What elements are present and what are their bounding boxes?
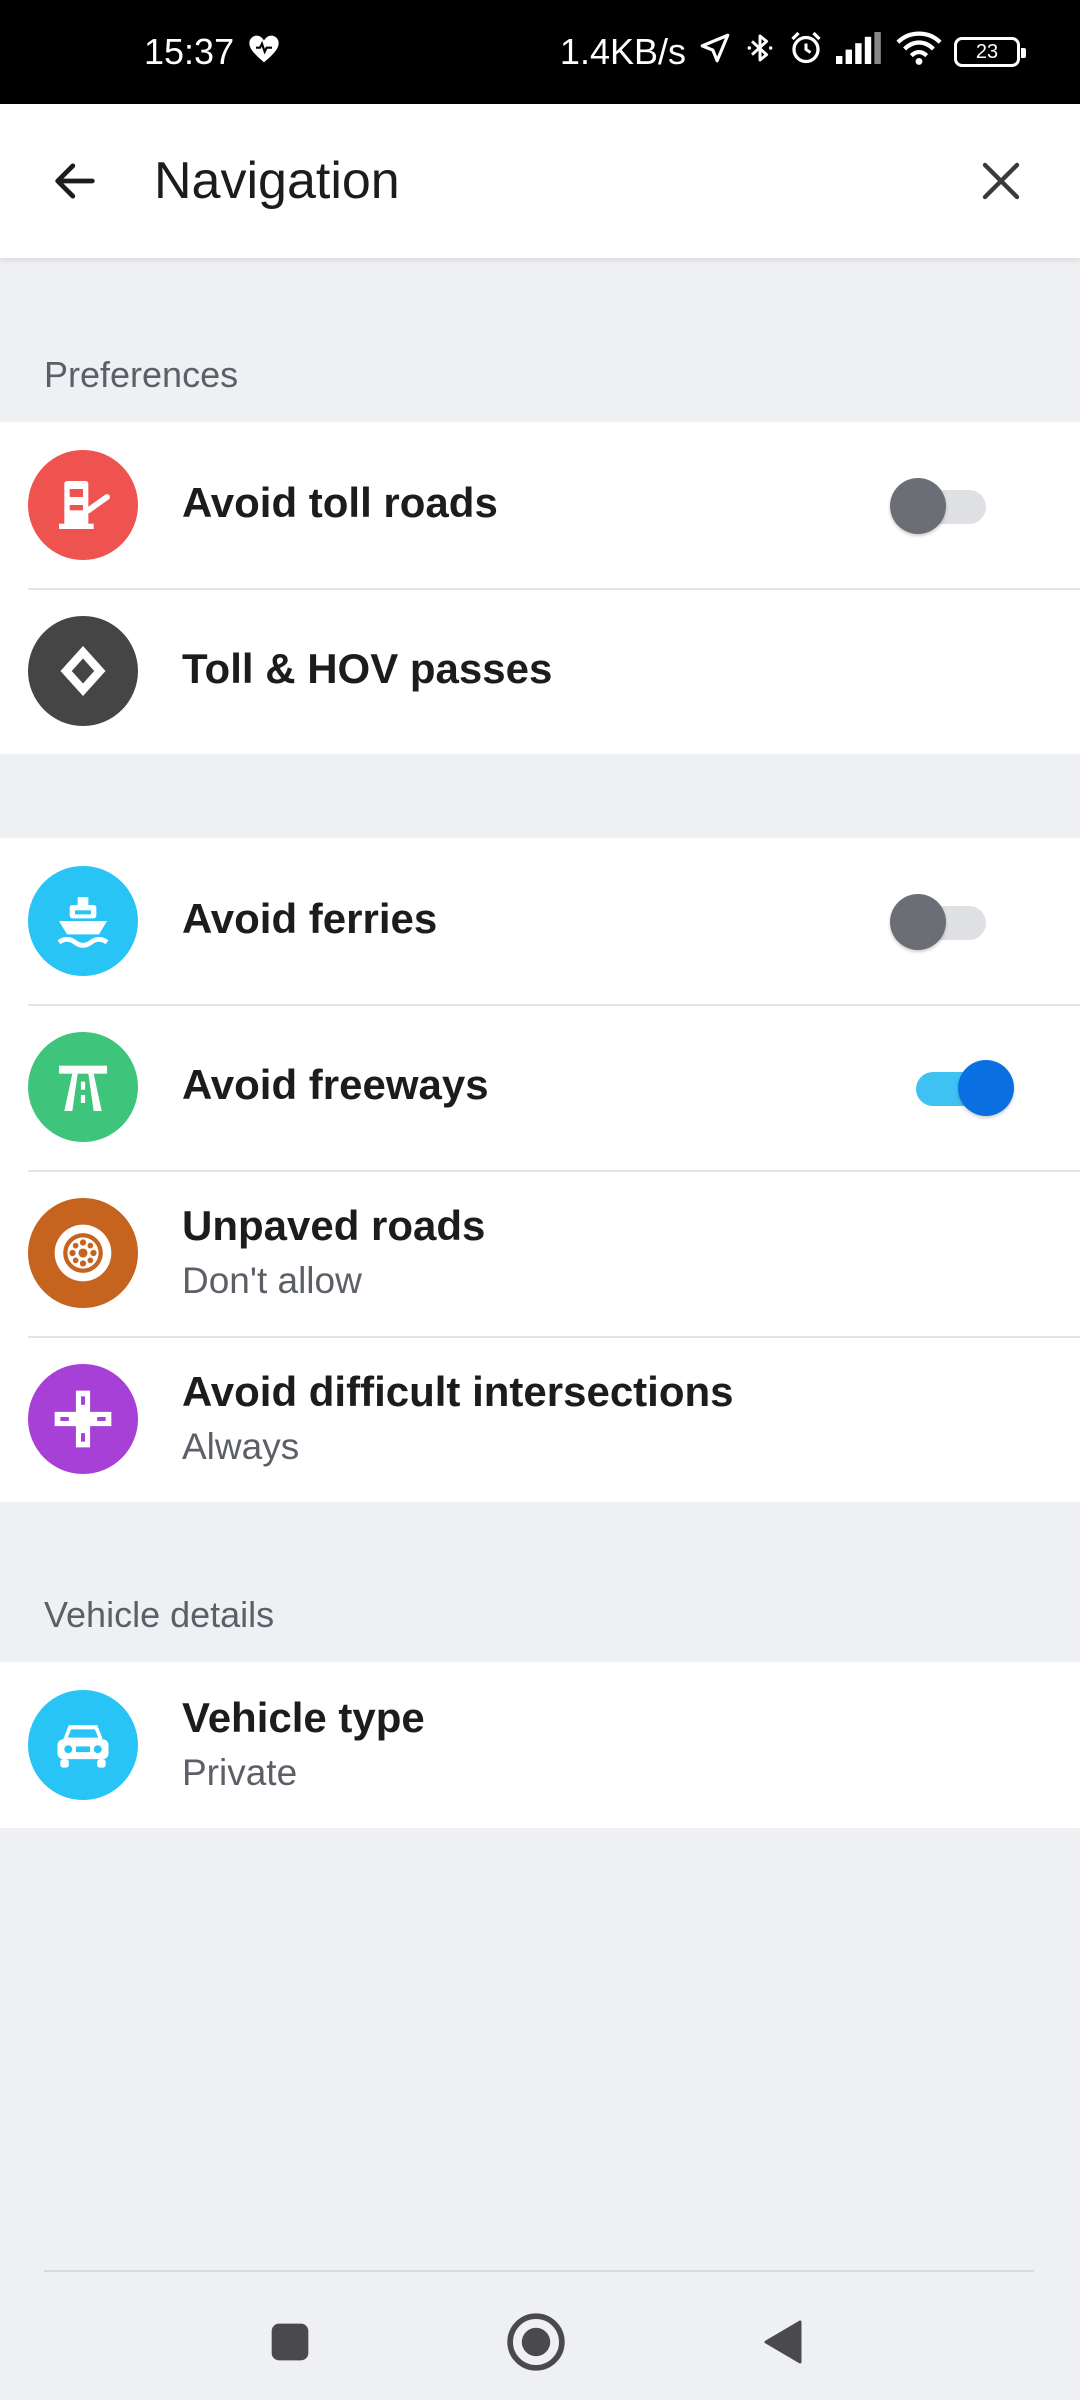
row-subtitle: Private: [182, 1752, 298, 1793]
preferences-group-2: Avoid ferries Avoid freeways Unpaved roa…: [0, 838, 1080, 1502]
row-title: Avoid freeways: [182, 1061, 489, 1108]
row-vehicle-type[interactable]: Vehicle type Private: [0, 1662, 1080, 1828]
close-button[interactable]: [970, 150, 1032, 212]
recents-button[interactable]: [250, 2302, 330, 2382]
row-toll-hov-passes[interactable]: Toll & HOV passes: [0, 588, 1080, 754]
wifi-icon: [896, 30, 942, 75]
row-title: Vehicle type: [182, 1694, 425, 1741]
row-title: Avoid ferries: [182, 895, 438, 942]
row-avoid-difficult-intersections[interactable]: Avoid difficult intersections Always: [0, 1336, 1080, 1502]
row-text: Vehicle type Private: [182, 1692, 425, 1798]
back-button[interactable]: [44, 150, 106, 212]
row-title: Avoid difficult intersections: [182, 1368, 734, 1415]
toggle-knob: [958, 1060, 1014, 1116]
section-label-vehicle-details: Vehicle details: [44, 1594, 275, 1635]
ferry-icon: [28, 866, 138, 976]
system-back-button[interactable]: [744, 2302, 824, 2382]
wheel-icon: [28, 1198, 138, 1308]
app-bar: Navigation: [0, 104, 1080, 258]
back-triangle-icon: [764, 2320, 802, 2364]
status-right: 1.4KB/s 23: [559, 30, 1026, 75]
freeway-icon: [28, 1032, 138, 1142]
row-title: Unpaved roads: [182, 1202, 486, 1249]
row-subtitle: Don't allow: [182, 1260, 362, 1301]
avoid-ferries-toggle[interactable]: [890, 888, 1000, 954]
location-arrow-icon: [698, 31, 732, 74]
toggle-knob: [890, 478, 946, 534]
avoid-freeways-toggle[interactable]: [906, 1054, 1016, 1120]
heart-icon: [248, 31, 280, 73]
system-nav-bar: [0, 2272, 1080, 2400]
vehicle-group: Vehicle type Private: [0, 1662, 1080, 1828]
home-circle-icon: [507, 2313, 565, 2371]
recents-square-icon: [271, 2323, 309, 2361]
row-title: Toll & HOV passes: [182, 645, 553, 692]
section-label-preferences: Preferences: [44, 354, 239, 395]
close-icon: [982, 162, 1020, 200]
page-title: Navigation: [154, 152, 400, 210]
bluetooth-icon: [744, 30, 776, 75]
avoid-toll-roads-toggle[interactable]: [890, 472, 1000, 538]
row-text: Avoid ferries: [182, 893, 437, 945]
row-unpaved-roads[interactable]: Unpaved roads Don't allow: [0, 1170, 1080, 1336]
clock: 15:37: [144, 31, 235, 72]
network-speed: 1.4KB/s: [559, 31, 686, 72]
row-text: Unpaved roads Don't allow: [182, 1200, 485, 1306]
intersection-icon: [28, 1364, 138, 1474]
toggle-knob: [890, 894, 946, 950]
status-bar: 15:37 1.4KB/s 23: [0, 0, 1080, 104]
row-text: Avoid freeways: [182, 1059, 489, 1111]
row-avoid-ferries[interactable]: Avoid ferries: [0, 838, 1080, 1004]
arrow-left-icon: [55, 163, 95, 199]
battery-level: 23: [975, 40, 999, 63]
row-subtitle: Always: [182, 1426, 300, 1467]
home-button[interactable]: [496, 2302, 576, 2382]
status-left: 15:37: [144, 31, 280, 73]
row-avoid-freeways[interactable]: Avoid freeways: [0, 1004, 1080, 1170]
car-icon: [28, 1690, 138, 1800]
alarm-icon: [788, 30, 824, 75]
preferences-group-1: Avoid toll roads Toll & HOV passes: [0, 422, 1080, 754]
signal-icon: [836, 31, 884, 73]
row-text: Avoid toll roads: [182, 477, 498, 529]
diamond-icon: [28, 616, 138, 726]
toll-booth-icon: [28, 450, 138, 560]
row-title: Avoid toll roads: [182, 479, 498, 526]
row-text: Toll & HOV passes: [182, 643, 552, 695]
battery-icon: 23: [954, 37, 1026, 67]
row-avoid-toll-roads[interactable]: Avoid toll roads: [0, 422, 1080, 588]
row-text: Avoid difficult intersections Always: [182, 1366, 734, 1472]
